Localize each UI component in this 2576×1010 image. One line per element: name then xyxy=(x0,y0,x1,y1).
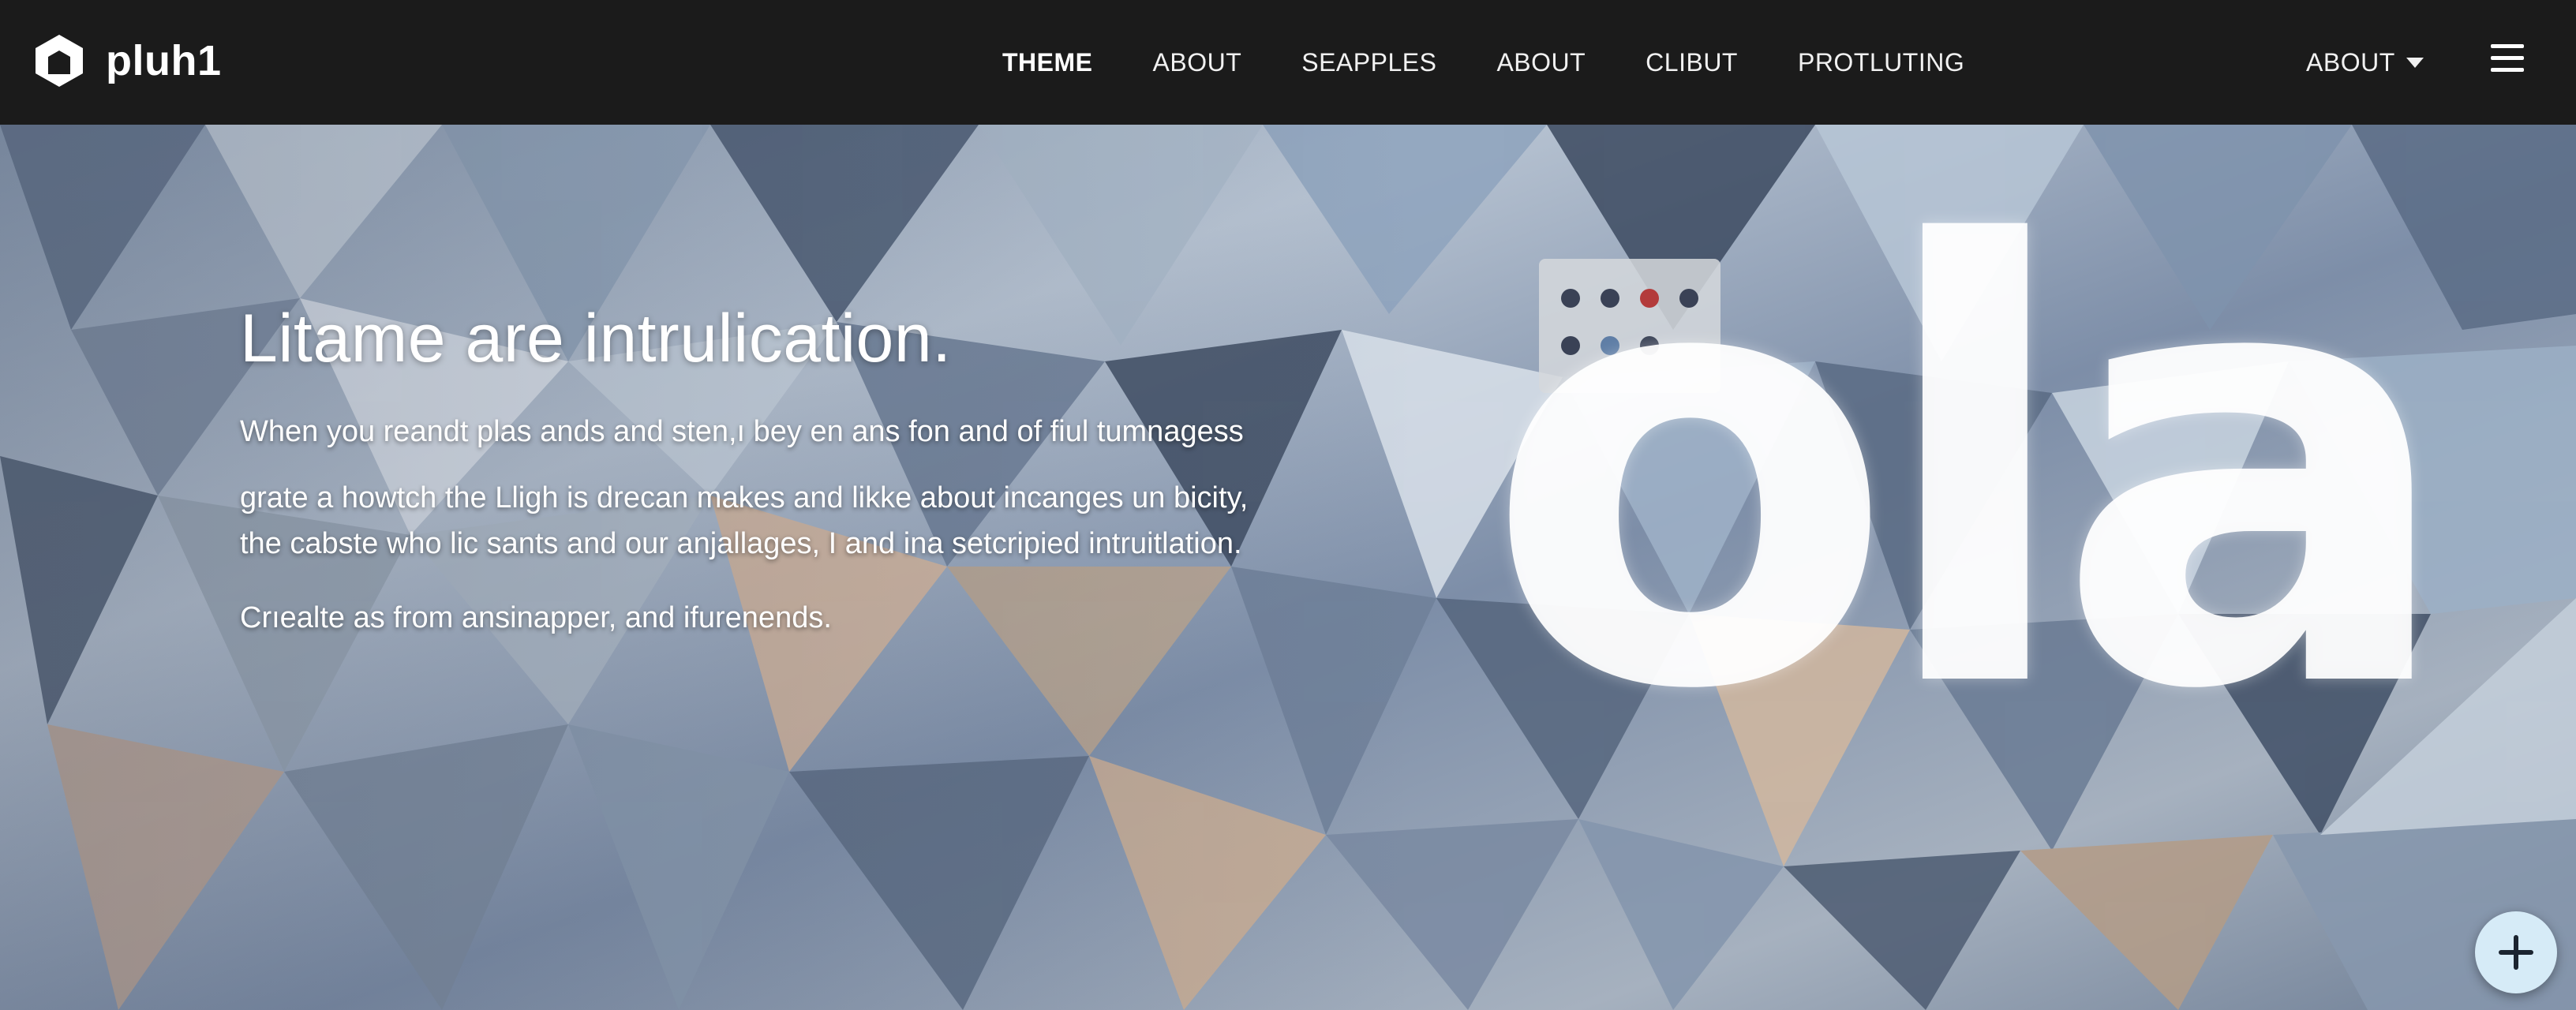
hero-big-word: ola xyxy=(1484,125,2458,821)
caret-down-icon xyxy=(2406,57,2424,68)
main-nav: THEME ABOUT SEAPPLES ABOUT CLIBUT PROTLU… xyxy=(1002,0,2024,125)
add-button[interactable] xyxy=(2475,911,2557,993)
hero-overlay xyxy=(0,125,1421,1010)
brand-name: pluh1 xyxy=(106,37,222,84)
brand[interactable]: pluh1 xyxy=(33,33,222,88)
hero-section: Litame are intrulication. When you reand… xyxy=(0,125,2576,1010)
top-navbar: pluh1 THEME ABOUT SEAPPLES ABOUT CLIBUT … xyxy=(0,0,2576,125)
nav-link-seapples[interactable]: SEAPPLES xyxy=(1301,48,1436,77)
nav-link-about-2[interactable]: ABOUT xyxy=(1496,48,1586,77)
about-dropdown[interactable]: ABOUT xyxy=(2306,0,2424,125)
hero-paragraph-line-3: the cabste who lic sants and our anjalla… xyxy=(240,527,1242,560)
hero-title: Litame are intrulication. xyxy=(240,301,952,376)
hero-paragraph-line-1: When you reandt plas ands and sten,ı bey… xyxy=(240,415,1244,448)
hamburger-menu-icon[interactable] xyxy=(2491,44,2524,73)
nav-link-theme[interactable]: THEME xyxy=(1002,48,1093,77)
about-dropdown-label: ABOUT xyxy=(2306,47,2395,77)
hero-paragraph-line-2: grate a howtch the Lligh is drecan makes… xyxy=(240,481,1249,514)
hero-paragraph-line-4: Crıealte as from ansinapper, and ifurene… xyxy=(240,601,832,634)
nav-link-about[interactable]: ABOUT xyxy=(1153,48,1242,77)
plus-icon xyxy=(2499,935,2533,970)
nav-link-clibut[interactable]: CLIBUT xyxy=(1646,48,1738,77)
nav-link-protluting[interactable]: PROTLUTING xyxy=(1798,48,1964,77)
hexagon-logo-icon xyxy=(36,35,83,87)
